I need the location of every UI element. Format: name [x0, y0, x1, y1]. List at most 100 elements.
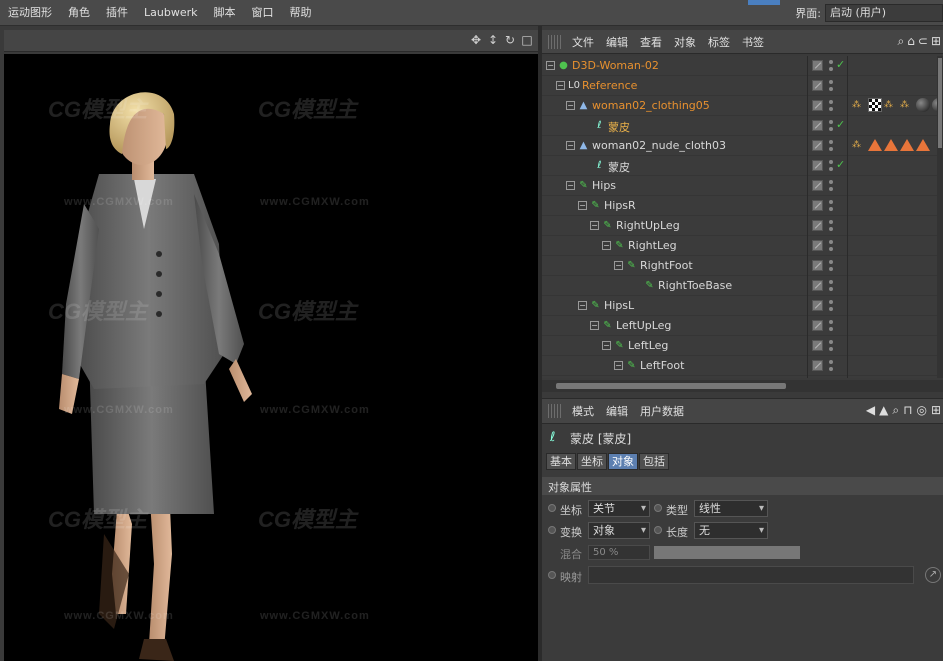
- enabled-check-icon[interactable]: ✓: [836, 158, 845, 171]
- move-view-icon[interactable]: ✥: [469, 33, 483, 47]
- tree-row[interactable]: ℓ 蒙皮 ✓: [542, 116, 937, 136]
- menu-help[interactable]: 帮助: [281, 0, 319, 26]
- expand-toggle-icon[interactable]: −: [566, 181, 575, 190]
- visibility-dots-icon[interactable]: [829, 179, 833, 192]
- expand-toggle-icon[interactable]: −: [602, 341, 611, 350]
- panel-grip-icon[interactable]: [548, 34, 562, 49]
- coord-anim-toggle[interactable]: [548, 504, 556, 512]
- blend-slider[interactable]: [654, 546, 800, 559]
- layer-icon[interactable]: [812, 180, 823, 191]
- layer-icon[interactable]: [812, 360, 823, 371]
- tree-row[interactable]: − ✎ LeftUpLeg: [542, 316, 937, 336]
- visibility-dots-icon[interactable]: [829, 299, 833, 312]
- expand-toggle-icon[interactable]: −: [566, 101, 575, 110]
- visibility-dots-icon[interactable]: [829, 319, 833, 332]
- layer-icon[interactable]: [812, 320, 823, 331]
- dolly-view-icon[interactable]: ↕: [486, 33, 500, 47]
- layer-icon[interactable]: [812, 300, 823, 311]
- tree-row[interactable]: − ✎ LeftFoot: [542, 356, 937, 376]
- om-menu-edit[interactable]: 编辑: [600, 34, 634, 50]
- am-menu-userdata[interactable]: 用户数据: [634, 403, 690, 419]
- home-icon[interactable]: ⌂: [907, 34, 915, 49]
- phong-tag-icon[interactable]: ⁂: [852, 98, 866, 112]
- rotate-view-icon[interactable]: ↻: [503, 33, 517, 47]
- visibility-dots-icon[interactable]: [829, 99, 833, 112]
- om-menu-view[interactable]: 查看: [634, 34, 668, 50]
- expand-toggle-icon[interactable]: −: [602, 241, 611, 250]
- up-arrow-icon[interactable]: ▲: [879, 403, 888, 418]
- expand-toggle-icon[interactable]: −: [556, 81, 565, 90]
- visibility-dots-icon[interactable]: [829, 339, 833, 352]
- panel-grip-icon[interactable]: [548, 404, 562, 418]
- layer-icon[interactable]: [812, 220, 823, 231]
- om-menu-tags[interactable]: 标签: [702, 34, 736, 50]
- lock-icon[interactable]: ⊓: [903, 403, 912, 418]
- visibility-dots-icon[interactable]: [829, 359, 833, 372]
- tab-object[interactable]: 对象: [608, 453, 638, 470]
- tree-row[interactable]: ℓ 蒙皮 ✓: [542, 156, 937, 176]
- map-link-field[interactable]: [588, 566, 914, 584]
- map-link-button[interactable]: ↗: [925, 567, 941, 583]
- om-menu-objects[interactable]: 对象: [668, 34, 702, 50]
- tree-row[interactable]: − ✎ RightUpLeg: [542, 216, 937, 236]
- tab-basic[interactable]: 基本: [546, 453, 576, 470]
- layer-icon[interactable]: [812, 160, 823, 171]
- expand-toggle-icon[interactable]: −: [590, 221, 599, 230]
- visibility-dots-icon[interactable]: [829, 239, 833, 252]
- visibility-dots-icon[interactable]: [829, 59, 833, 72]
- type-anim-toggle[interactable]: [654, 504, 662, 512]
- om-menu-file[interactable]: 文件: [566, 34, 600, 50]
- visibility-dots-icon[interactable]: [829, 219, 833, 232]
- layout-select[interactable]: 启动 (用户): [825, 4, 943, 22]
- expand-toggle-icon[interactable]: −: [614, 361, 623, 370]
- phong-tag-icon[interactable]: ⁂: [852, 138, 866, 152]
- layer-icon[interactable]: [812, 100, 823, 111]
- expand-toggle-icon[interactable]: −: [578, 201, 587, 210]
- settings-icon[interactable]: ◎: [916, 403, 926, 418]
- tab-coord[interactable]: 坐标: [577, 453, 607, 470]
- new-window-icon[interactable]: ⊞: [931, 34, 941, 49]
- tree-row[interactable]: − ✎ RightFoot: [542, 256, 937, 276]
- tree-row[interactable]: − ✎ HipsL: [542, 296, 937, 316]
- search-icon[interactable]: ⌕: [892, 403, 899, 418]
- tree-row[interactable]: − ✎ RightLeg: [542, 236, 937, 256]
- transform-anim-toggle[interactable]: [548, 526, 556, 534]
- layer-icon[interactable]: [812, 240, 823, 251]
- tree-row[interactable]: − ✎ LeftLeg: [542, 336, 937, 356]
- weight-tag-icon[interactable]: [884, 139, 898, 151]
- object-list-vscrollbar[interactable]: [937, 56, 943, 378]
- texture-tag-icon[interactable]: ⁂: [900, 98, 914, 112]
- layer-icon[interactable]: [812, 280, 823, 291]
- link-icon[interactable]: ⊂: [918, 34, 928, 49]
- layer-icon[interactable]: [812, 80, 823, 91]
- viewport-3d[interactable]: CG模型主 CG模型主 CG模型主 CG模型主 CG模型主 CG模型主 www.…: [4, 54, 538, 661]
- visibility-dots-icon[interactable]: [829, 79, 833, 92]
- type-dropdown[interactable]: 线性: [694, 500, 768, 517]
- expand-toggle-icon[interactable]: −: [614, 261, 623, 270]
- menu-script[interactable]: 脚本: [205, 0, 243, 26]
- coord-dropdown[interactable]: 关节: [588, 500, 650, 517]
- layer-icon[interactable]: [812, 60, 823, 71]
- visibility-dots-icon[interactable]: [829, 279, 833, 292]
- am-menu-edit[interactable]: 编辑: [600, 403, 634, 419]
- visibility-dots-icon[interactable]: [829, 259, 833, 272]
- expand-toggle-icon[interactable]: −: [546, 61, 555, 70]
- expand-toggle-icon[interactable]: −: [590, 321, 599, 330]
- back-arrow-icon[interactable]: ◀: [866, 403, 875, 418]
- weight-tag-icon[interactable]: [900, 139, 914, 151]
- expand-toggle-icon[interactable]: −: [566, 141, 575, 150]
- visibility-dots-icon[interactable]: [829, 139, 833, 152]
- tree-row[interactable]: − ● D3D-Woman-02 ✓: [542, 56, 937, 76]
- map-anim-toggle[interactable]: [548, 571, 556, 579]
- expand-toggle-icon[interactable]: −: [578, 301, 587, 310]
- material-tag-icon[interactable]: [916, 98, 930, 112]
- menu-plugins[interactable]: 插件: [98, 0, 136, 26]
- enabled-check-icon[interactable]: ✓: [836, 118, 845, 131]
- am-menu-mode[interactable]: 模式: [566, 403, 600, 419]
- tree-row[interactable]: − ✎ HipsR: [542, 196, 937, 216]
- layer-icon[interactable]: [812, 120, 823, 131]
- menu-character[interactable]: 角色: [60, 0, 98, 26]
- length-dropdown[interactable]: 无: [694, 522, 768, 539]
- enabled-check-icon[interactable]: ✓: [836, 58, 845, 71]
- texture-tag-icon[interactable]: ⁂: [884, 98, 898, 112]
